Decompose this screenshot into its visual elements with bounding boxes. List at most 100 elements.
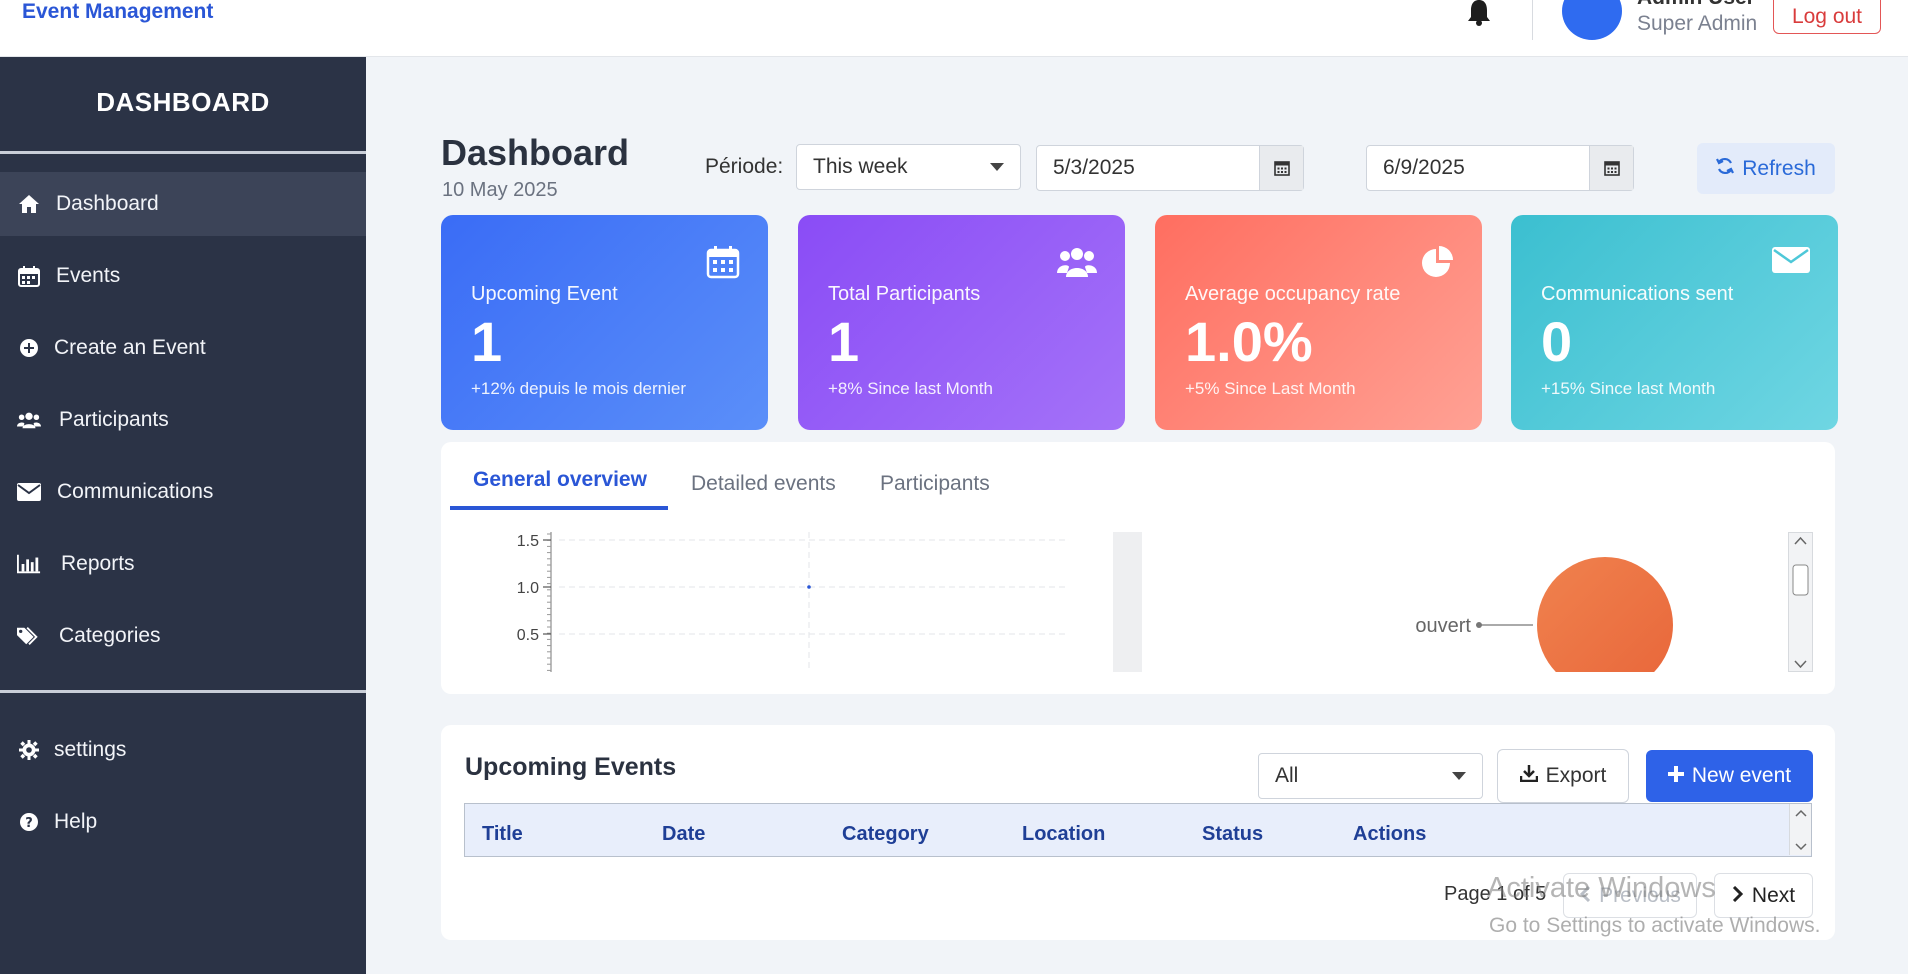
slice-label: ouvert — [1415, 615, 1471, 637]
top-bar: Event Management Admin User Super Admin … — [0, 0, 1908, 57]
sidebar-item-create-event[interactable]: Create an Event — [0, 316, 366, 380]
page-title: Dashboard — [441, 132, 630, 173]
users-icon — [1057, 245, 1097, 279]
chart-scrollbar[interactable] — [1113, 532, 1142, 672]
users-icon — [17, 408, 41, 432]
sidebar-item-label: Communications — [57, 480, 214, 503]
envelope-icon — [17, 480, 41, 504]
table-scrollbar[interactable] — [1789, 804, 1811, 855]
events-table-header: Title Date Category Location Status Acti… — [464, 803, 1812, 857]
sidebar-item-settings[interactable]: settings — [0, 718, 366, 782]
period-select-value: This week — [813, 155, 908, 178]
stat-card-upcoming-events[interactable]: Upcoming Event 1 +12% depuis le mois der… — [441, 215, 768, 430]
user-role: Super Admin — [1637, 12, 1758, 35]
brand-title[interactable]: Event Management — [22, 0, 213, 24]
export-label: Export — [1545, 764, 1607, 787]
home-icon — [17, 192, 41, 216]
y-tick-label: 1.5 — [517, 533, 539, 550]
card-value: 1 — [471, 310, 503, 373]
gear-icon — [17, 738, 41, 762]
start-date-input[interactable]: 5/3/2025 — [1036, 145, 1304, 191]
sidebar-item-label: Events — [56, 264, 121, 287]
sidebar: DASHBOARD Dashboard Events Create an Eve… — [0, 57, 366, 974]
events-filter-select[interactable]: All — [1258, 753, 1483, 799]
sidebar-item-label: Reports — [61, 552, 135, 575]
sidebar-item-dashboard[interactable]: Dashboard — [0, 172, 366, 236]
tab-participants[interactable]: Participants — [880, 472, 990, 496]
refresh-label: Refresh — [1742, 156, 1816, 180]
activation-watermark-title: Activate Windows — [1487, 872, 1716, 904]
sidebar-item-categories[interactable]: Categories — [0, 604, 366, 668]
sidebar-item-label: Categories — [59, 624, 161, 647]
end-date-input[interactable]: 6/9/2025 — [1366, 145, 1634, 191]
sidebar-divider — [0, 690, 366, 693]
calendar-icon — [17, 264, 41, 288]
avatar[interactable] — [1562, 0, 1622, 40]
sidebar-item-communications[interactable]: Communications — [0, 460, 366, 524]
calendar-icon — [706, 245, 740, 279]
card-label: Communications sent — [1541, 283, 1734, 305]
logout-button[interactable]: Log out — [1773, 0, 1881, 34]
column-header-location[interactable]: Location — [1022, 823, 1105, 846]
svg-text:?: ? — [25, 816, 33, 831]
column-header-title[interactable]: Title — [482, 823, 523, 846]
active-tab-indicator — [450, 506, 668, 510]
period-label: Période: — [705, 155, 784, 178]
refresh-button[interactable]: Refresh — [1697, 143, 1835, 194]
upcoming-events-panel: Upcoming Events All Export New event Tit… — [441, 725, 1835, 940]
calendar-icon[interactable] — [1589, 146, 1633, 190]
sidebar-title: DASHBOARD — [96, 87, 270, 117]
chevron-down-icon — [990, 163, 1004, 171]
y-tick-label: 0.5 — [517, 627, 539, 644]
next-page-button[interactable]: Next — [1714, 873, 1813, 918]
events-filter-value: All — [1275, 764, 1299, 787]
chevron-down-icon — [1452, 772, 1466, 780]
calendar-icon[interactable] — [1259, 146, 1303, 190]
column-header-date[interactable]: Date — [662, 823, 705, 846]
header-divider — [1532, 0, 1533, 40]
events-title: Upcoming Events — [465, 753, 677, 781]
page-date: 10 May 2025 — [442, 179, 558, 201]
card-value: 1.0% — [1185, 310, 1313, 373]
card-value: 1 — [828, 310, 860, 373]
sidebar-item-participants[interactable]: Participants — [0, 388, 366, 452]
column-header-category[interactable]: Category — [842, 823, 929, 846]
overview-scrollbar[interactable] — [1788, 532, 1813, 672]
scroll-arrows-icon — [1792, 536, 1809, 669]
bar-chart-icon — [17, 552, 41, 576]
slice-leader-dot — [1476, 622, 1482, 628]
next-label: Next — [1751, 883, 1796, 907]
column-header-status[interactable]: Status — [1202, 823, 1263, 846]
bell-icon[interactable] — [1464, 0, 1494, 26]
start-date-value: 5/3/2025 — [1053, 156, 1135, 179]
refresh-icon — [1716, 157, 1735, 181]
stat-card-communications-sent[interactable]: Communications sent 0 +15% Since last Mo… — [1511, 215, 1838, 430]
new-event-label: New event — [1691, 764, 1792, 787]
plus-circle-icon — [17, 336, 41, 360]
data-point — [807, 585, 811, 589]
sidebar-item-label: Create an Event — [54, 336, 206, 359]
end-date-value: 6/9/2025 — [1383, 156, 1465, 179]
new-event-button[interactable]: New event — [1646, 750, 1813, 802]
tab-detailed-events[interactable]: Detailed events — [691, 472, 836, 496]
pie-chart: ouvert — [1415, 557, 1673, 672]
sidebar-item-reports[interactable]: Reports — [0, 532, 366, 596]
line-chart: 1.5 1.0 0.5 — [517, 532, 1069, 672]
activation-watermark-subtitle: Go to Settings to activate Windows. — [1489, 914, 1821, 937]
column-header-actions[interactable]: Actions — [1353, 823, 1426, 846]
tags-icon — [17, 624, 41, 648]
sidebar-item-events[interactable]: Events — [0, 244, 366, 308]
plus-icon — [1667, 764, 1684, 788]
stat-card-total-participants[interactable]: Total Participants 1 +8% Since last Mont… — [798, 215, 1125, 430]
tab-general-overview[interactable]: General overview — [473, 468, 647, 492]
envelope-icon — [1772, 245, 1810, 279]
sidebar-item-label: settings — [54, 738, 127, 761]
sidebar-item-help[interactable]: ? Help — [0, 790, 366, 854]
question-circle-icon: ? — [17, 810, 41, 834]
card-note: +12% depuis le mois dernier — [471, 379, 686, 398]
stat-card-occupancy-rate[interactable]: Average occupancy rate 1.0% +5% Since La… — [1155, 215, 1482, 430]
user-name: Admin User — [1637, 0, 1755, 10]
export-button[interactable]: Export — [1497, 749, 1629, 803]
period-select[interactable]: This week — [796, 144, 1021, 190]
sidebar-item-label: Help — [54, 810, 98, 833]
